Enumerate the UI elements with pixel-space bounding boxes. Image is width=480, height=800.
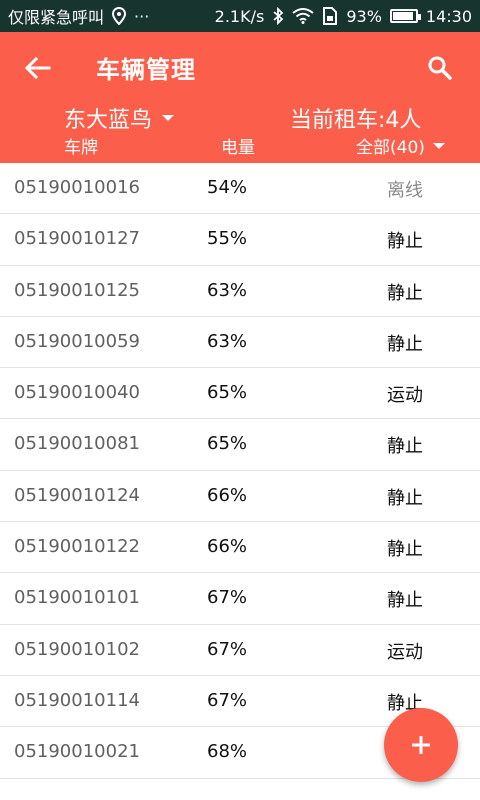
- plate-number: 05190010059: [14, 330, 140, 352]
- carrier-text: 仅限紧急呼叫: [8, 8, 105, 27]
- status-filter-dropdown[interactable]: 全部(40): [356, 133, 445, 158]
- search-icon: [428, 56, 452, 80]
- company-selector[interactable]: 东大蓝鸟: [64, 102, 175, 134]
- back-button[interactable]: [16, 48, 60, 88]
- vehicle-status: 运动: [387, 641, 423, 663]
- clock: 14:30: [425, 6, 472, 26]
- vehicle-row[interactable]: 05190010127 55% 静止: [0, 214, 480, 266]
- vehicle-status: 运动: [387, 385, 423, 407]
- battery-level: 68%: [207, 741, 248, 763]
- vehicle-row[interactable]: 05190010059 63% 静止: [0, 317, 480, 369]
- dropdown-triangle-icon: [432, 142, 445, 149]
- battery-level: 65%: [207, 382, 248, 404]
- status-left: 仅限紧急呼叫 ···: [8, 4, 149, 28]
- battery-level: 65%: [207, 433, 248, 455]
- battery-percent: 93%: [346, 6, 382, 26]
- plate-number: 05190010127: [14, 228, 140, 250]
- column-header-battery: 电量: [221, 138, 255, 158]
- plate-number: 05190010021: [14, 741, 140, 763]
- sim-icon: [322, 7, 338, 25]
- status-bar: 仅限紧急呼叫 ··· 2.1K/s 93% 14:30: [0, 0, 480, 32]
- company-name: 东大蓝鸟: [64, 108, 153, 133]
- search-button[interactable]: [420, 48, 460, 88]
- vehicle-status: 静止: [387, 282, 423, 304]
- vehicle-row[interactable]: 05190010081 65% 静止: [0, 419, 480, 471]
- battery-level: 55%: [207, 228, 248, 250]
- plate-number: 05190010016: [14, 177, 140, 198]
- status-right: 2.1K/s 93% 14:30: [215, 7, 472, 26]
- current-rent-count: 当前租车:4人: [290, 108, 422, 133]
- plate-number: 05190010122: [14, 536, 140, 558]
- vehicle-status: 静止: [387, 333, 423, 355]
- battery-level: 67%: [207, 587, 248, 609]
- wifi-icon: [292, 8, 314, 24]
- battery-level-fill: [392, 12, 414, 20]
- vehicle-row[interactable]: 05190010124 66% 静止: [0, 471, 480, 523]
- vehicle-row[interactable]: 05190010102 67% 运动: [0, 625, 480, 676]
- vehicle-row[interactable]: 05190010125 63% 静止: [0, 266, 480, 317]
- vehicle-row[interactable]: 05190010040 65% 运动: [0, 368, 480, 420]
- add-vehicle-button[interactable]: [384, 708, 458, 782]
- battery-level: 63%: [207, 279, 248, 301]
- plate-number: 05190010102: [14, 638, 140, 660]
- vehicle-status: 静止: [387, 231, 423, 253]
- battery-level: 67%: [207, 638, 248, 660]
- vehicle-status: 静止: [387, 539, 423, 561]
- vehicle-status: 静止: [387, 590, 423, 612]
- vehicle-list: 05190010016 54% 离线 05190010127 55% 静止 05…: [0, 163, 480, 779]
- page-title: 车辆管理: [96, 56, 196, 84]
- network-speed: 2.1K/s: [214, 6, 265, 26]
- back-arrow-icon: [25, 57, 51, 79]
- plate-number: 05190010125: [14, 279, 140, 301]
- location-icon: [112, 7, 127, 25]
- plate-number: 05190010040: [14, 382, 140, 404]
- status-filter-label: 全部(40): [356, 138, 425, 158]
- plate-number: 05190010124: [14, 484, 140, 506]
- dropdown-triangle-icon: [162, 115, 175, 121]
- battery-icon: [389, 9, 421, 23]
- plate-number: 05190010101: [14, 587, 140, 609]
- battery-level: 66%: [207, 484, 248, 506]
- vehicle-status: 静止: [387, 436, 423, 458]
- battery-level: 63%: [207, 330, 248, 352]
- app-bar: 车辆管理 东大蓝鸟 当前租车:4人 车牌 电量 全部(40): [0, 32, 480, 163]
- column-header-plate: 车牌: [64, 138, 98, 158]
- battery-level: 66%: [207, 536, 248, 558]
- more-notifications: ···: [134, 6, 150, 26]
- vehicle-row[interactable]: 05190010016 54% 离线: [0, 163, 480, 215]
- battery-level: 54%: [207, 177, 248, 198]
- vehicle-status: 静止: [387, 487, 423, 509]
- vehicle-status: 离线: [387, 180, 423, 201]
- plate-number: 05190010114: [14, 689, 140, 711]
- plate-number: 05190010081: [14, 433, 140, 455]
- battery-level: 67%: [207, 689, 248, 711]
- vehicle-row[interactable]: 05190010122 66% 静止: [0, 522, 480, 574]
- plus-icon: [412, 736, 430, 754]
- vehicle-row[interactable]: 05190010101 67% 静止: [0, 573, 480, 625]
- bluetooth-icon: [272, 7, 284, 25]
